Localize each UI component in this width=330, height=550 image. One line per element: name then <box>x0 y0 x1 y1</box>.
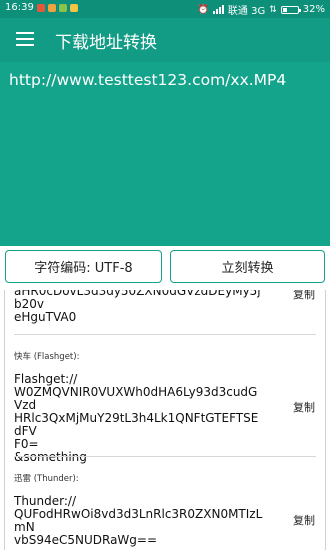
signal-icon <box>212 5 224 14</box>
copy-button[interactable]: 复制 <box>293 290 315 302</box>
divider <box>14 334 316 335</box>
result-label: 迅雷 (Thunder): <box>14 474 79 484</box>
result-value: Thunder:// QUFodHRwOi8vd3d3LnRlc3R0ZXN0M… <box>14 494 263 547</box>
notification-icons <box>37 4 78 12</box>
battery-icon <box>280 5 301 14</box>
carrier-label: 联通 3G <box>227 6 266 17</box>
url-input[interactable]: http://www.testtest123.com/xx.MP4 <box>9 71 286 89</box>
notification-icon <box>59 4 67 12</box>
battery-percent: 32% <box>302 4 325 15</box>
result-label: 快车 (Flashget): <box>14 352 80 362</box>
divider <box>14 456 316 457</box>
status-time: 16:39 <box>5 2 34 13</box>
status-right: ⏰ 联通 3G ⇅ 32% <box>198 2 325 17</box>
notification-icon <box>37 4 45 12</box>
status-bar: 16:39 ⏰ 联通 3G ⇅ 32% <box>0 0 330 18</box>
arrows-icon: ⇅ <box>269 4 277 15</box>
app-bar: 下载地址转换 <box>0 18 330 62</box>
page-title: 下载地址转换 <box>55 33 157 53</box>
alarm-icon: ⏰ <box>197 4 209 15</box>
hamburger-icon[interactable] <box>16 32 34 46</box>
result-value: aHR0cDovL3d3dy50ZXN0dGVzdDEyMy5jb20v eHg… <box>14 290 261 324</box>
encoding-button[interactable]: 字符编码: UTF-8 <box>5 250 162 283</box>
url-input-area[interactable]: http://www.testtest123.com/xx.MP4 <box>0 62 330 246</box>
copy-button[interactable]: 复制 <box>293 512 315 528</box>
results-list[interactable]: aHR0cDovL3d3dy50ZXN0dGVzdDEyMy5jb20v eHg… <box>0 290 330 550</box>
results-border-right <box>325 290 326 550</box>
button-row: 字符编码: UTF-8 立刻转换 <box>0 246 330 290</box>
copy-button[interactable]: 复制 <box>293 399 315 415</box>
results-border-left <box>4 290 5 550</box>
convert-button[interactable]: 立刻转换 <box>170 250 325 283</box>
result-item-flashget: 快车 (Flashget): Flashget:// W0ZMQVNIR0VUX… <box>14 350 316 464</box>
notification-icon <box>48 4 56 12</box>
result-item-thunder: 迅雷 (Thunder): Thunder:// QUFodHRwOi8vd3d… <box>14 472 316 547</box>
notification-icon <box>70 4 78 12</box>
result-value: Flashget:// W0ZMQVNIR0VUXWh0dHA6Ly93d3cu… <box>14 372 259 464</box>
result-item-original: aHR0cDovL3d3dy50ZXN0dGVzdDEyMy5jb20v eHg… <box>14 290 316 324</box>
